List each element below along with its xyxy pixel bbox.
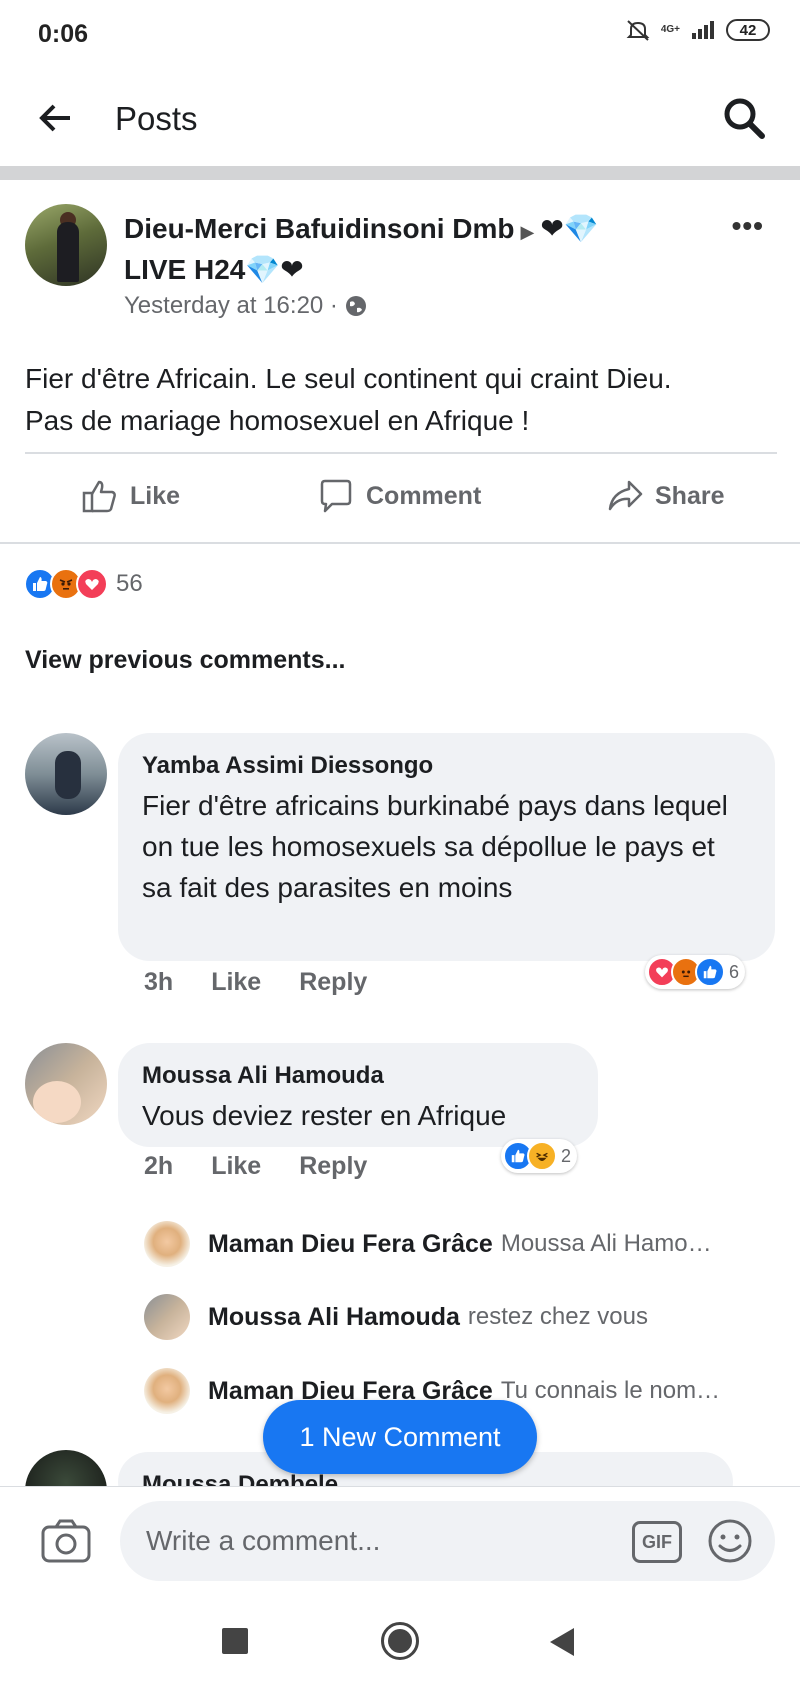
author-emoji: ❤💎 [540, 213, 599, 244]
like-icon [82, 480, 116, 513]
author-avatar[interactable] [25, 204, 107, 286]
triangle-icon: ▶ [520, 222, 535, 242]
comment-reply-button[interactable]: Reply [299, 968, 367, 997]
reply-avatar[interactable] [144, 1294, 190, 1340]
comment-like-button[interactable]: Like [211, 1152, 261, 1181]
back-arrow-icon[interactable] [36, 98, 76, 138]
comment-button[interactable]: Comment [316, 476, 481, 516]
page-title: Posts [115, 100, 198, 137]
view-previous-comments[interactable]: View previous comments... [25, 646, 345, 675]
post-text-line: Fier d'être Africain. Le seul continent … [25, 363, 672, 394]
status-bar: 0:06 4G+ 42 [0, 0, 800, 70]
comment-icon [320, 479, 352, 513]
like-button[interactable]: Like [80, 476, 180, 516]
post-text-line: Pas de mariage homosexuel en Afrique ! [25, 405, 530, 436]
post-actions: Like Comment Share [0, 456, 800, 538]
comment-reply-button[interactable]: Reply [299, 1152, 367, 1181]
commenter-avatar[interactable] [25, 733, 107, 815]
reply-preview[interactable]: Maman Dieu Fera Grâce Moussa Ali Hamo… [144, 1218, 784, 1270]
app-bar: Posts [0, 70, 800, 165]
reply-avatar[interactable] [144, 1368, 190, 1414]
comment-reaction-count: 2 [561, 1145, 572, 1166]
comment-reactions[interactable]: 6 [645, 955, 746, 989]
like-label: Like [130, 481, 181, 510]
mute-bell-icon [626, 20, 650, 41]
haha-reaction-icon [527, 1141, 557, 1171]
comment-text: Fier d'être africains burkinabé pays dan… [142, 790, 728, 903]
reply-preview[interactable]: Moussa Ali Hamouda restez chez vous [144, 1291, 784, 1343]
post-header: Dieu-Merci Bafuidinsoni Dmb ▶ ❤💎 LIVE H24💎… [0, 180, 800, 335]
love-reaction-icon [76, 568, 108, 600]
section-divider [0, 166, 800, 180]
reply-snippet: restez chez vous [467, 1303, 648, 1330]
comment-like-button[interactable]: Like [211, 968, 261, 997]
commenter-name[interactable]: Moussa Ali Hamouda [142, 1061, 574, 1091]
divider [0, 542, 800, 544]
post-reactions[interactable]: 56 [24, 568, 143, 600]
comment-reaction-count: 6 [729, 961, 740, 982]
commenter-avatar[interactable] [25, 1043, 107, 1125]
globe-icon [345, 296, 366, 316]
battery-indicator: 42 [726, 19, 770, 41]
system-back-icon[interactable] [550, 1628, 574, 1656]
post-meta: Yesterday at 16:20 · [124, 292, 368, 320]
page-emoji: 💎❤ [245, 254, 304, 285]
comment-text: Vous deviez rester en Afrique [142, 1100, 507, 1131]
more-icon[interactable]: ••• [732, 210, 764, 242]
share-icon [608, 480, 643, 511]
post-author[interactable]: Dieu-Merci Bafuidinsoni Dmb ▶ ❤💎 LIVE H24💎… [124, 210, 714, 288]
status-time: 0:06 [38, 20, 89, 48]
comment-meta: 2h Like Reply [144, 1152, 367, 1181]
comment-time: 3h [144, 968, 174, 996]
reply-author[interactable]: Maman Dieu Fera Grâce [208, 1230, 493, 1259]
status-icons: 4G+ 42 [625, 18, 770, 42]
comment-bubble[interactable]: Moussa Ali Hamouda Vous deviez rester en… [118, 1043, 598, 1147]
post-body: Fier d'être Africain. Le seul continent … [25, 358, 785, 442]
network-type: 4G+ [660, 24, 680, 35]
reply-snippet: Moussa Ali Hamo… [500, 1230, 712, 1257]
like-reaction-icon [695, 957, 725, 987]
share-button[interactable]: Share [605, 476, 724, 516]
signal-icon [692, 21, 714, 39]
reply-avatar[interactable] [144, 1221, 190, 1267]
comment-composer: Write a comment... GIF [0, 1486, 800, 1596]
commenter-name[interactable]: Yamba Assimi Diessongo [142, 751, 751, 781]
recent-apps-icon[interactable] [222, 1628, 248, 1654]
comment-label: Comment [366, 481, 482, 510]
emoji-icon[interactable] [706, 1517, 754, 1565]
divider [25, 452, 777, 454]
home-icon[interactable] [381, 1622, 419, 1660]
comment-bubble[interactable]: Yamba Assimi Diessongo Fier d'être afric… [118, 733, 775, 961]
new-comment-button[interactable]: 1 New Comment [263, 1400, 537, 1474]
reaction-count: 56 [116, 570, 143, 597]
gif-icon[interactable]: GIF [632, 1521, 682, 1563]
comment-reactions[interactable]: 2 [501, 1139, 578, 1173]
author-name[interactable]: Dieu-Merci Bafuidinsoni Dmb [124, 213, 514, 244]
comment-time: 2h [144, 1152, 174, 1180]
share-label: Share [655, 481, 725, 510]
search-icon[interactable] [720, 94, 768, 142]
reply-author[interactable]: Moussa Ali Hamouda [208, 1303, 460, 1332]
camera-icon[interactable] [40, 1517, 92, 1565]
system-nav-bar [0, 1596, 800, 1689]
author-page-name[interactable]: LIVE H24 [124, 254, 245, 285]
comment-meta: 3h Like Reply [144, 968, 367, 997]
reply-snippet: Tu connais le nom… [500, 1377, 721, 1404]
post-timestamp[interactable]: Yesterday at 16:20 · [124, 292, 338, 320]
